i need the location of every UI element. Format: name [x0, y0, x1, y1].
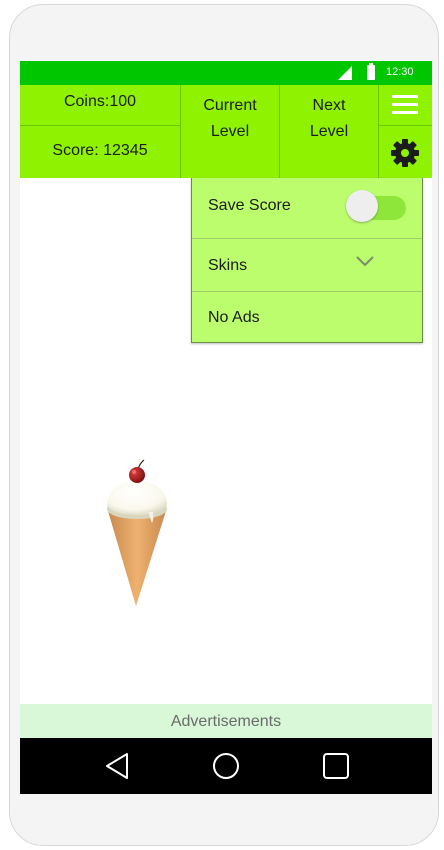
no-ads-row[interactable]: No Ads: [192, 292, 422, 342]
app-screen: 12:30 Coins:100 Score: 12345 Current Lev…: [20, 61, 432, 794]
signal-icon: [338, 66, 352, 80]
current-level-label-line1: Current: [203, 97, 257, 114]
save-score-toggle[interactable]: [346, 190, 378, 222]
game-top-bar: Coins:100 Score: 12345 Current Level Nex…: [20, 85, 432, 178]
no-ads-label: No Ads: [208, 309, 260, 326]
current-level-label-line2: Level: [210, 123, 250, 140]
coins-counter: Coins:100: [20, 85, 181, 126]
next-level-button[interactable]: Next Level: [280, 85, 379, 178]
save-score-row[interactable]: Save Score: [192, 178, 422, 239]
skins-row[interactable]: Skins: [192, 239, 422, 292]
next-level-label-line1: Next: [312, 97, 346, 114]
battery-icon: [367, 63, 375, 80]
next-level-label-line2: Level: [309, 123, 349, 140]
settings-button[interactable]: [379, 126, 432, 178]
status-bar: 12:30: [20, 61, 432, 85]
gear-icon: [391, 139, 419, 167]
android-nav-bar: [20, 738, 432, 794]
chevron-down-icon: [356, 256, 374, 267]
ice-cream-cone-icon[interactable]: [102, 457, 172, 607]
back-triangle-icon[interactable]: [103, 751, 133, 781]
current-level-button[interactable]: Current Level: [181, 85, 280, 178]
settings-dropdown: Save Score Skins No Ads: [191, 178, 423, 343]
hamburger-menu-icon: [392, 95, 418, 115]
home-circle-icon[interactable]: [211, 751, 241, 781]
save-score-label: Save Score: [208, 197, 291, 214]
status-time: 12:30: [386, 66, 414, 78]
score-counter: Score: 12345: [20, 126, 181, 178]
skins-label: Skins: [208, 257, 248, 274]
menu-button[interactable]: [379, 85, 432, 126]
advertisement-banner[interactable]: Advertisements: [20, 704, 432, 738]
recent-apps-square-icon[interactable]: [321, 751, 351, 781]
